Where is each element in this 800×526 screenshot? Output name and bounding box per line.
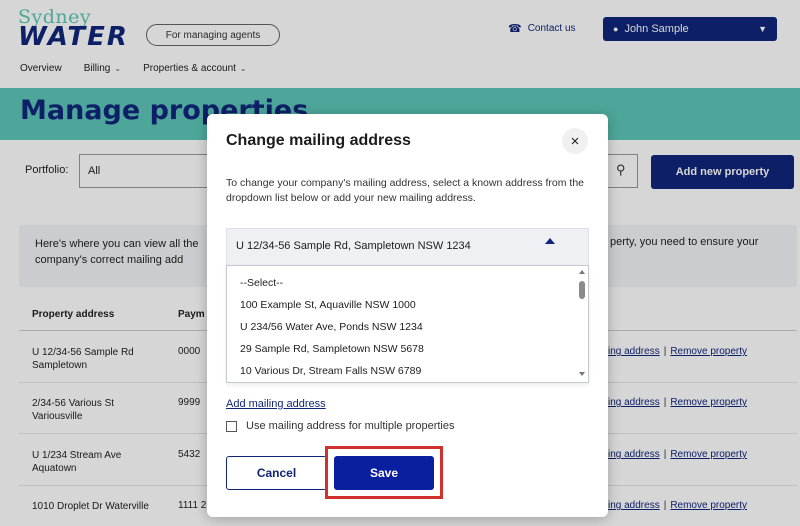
dropdown-option[interactable]: 29 Sample Rd, Sampletown NSW 5678 <box>240 343 424 355</box>
add-mailing-address-link[interactable]: Add mailing address <box>226 398 326 410</box>
scroll-down-arrow-icon[interactable] <box>579 372 585 376</box>
dropdown-option[interactable]: --Select-- <box>240 277 283 289</box>
save-button[interactable]: Save <box>334 456 434 490</box>
close-button[interactable]: × <box>562 128 588 154</box>
dropdown-option[interactable]: 100 Example St, Aquaville NSW 1000 <box>240 299 416 311</box>
address-dropdown-list: --Select-- 100 Example St, Aquaville NSW… <box>226 265 589 383</box>
dropdown-option[interactable]: 10 Various Dr, Stream Falls NSW 6789 <box>240 365 421 377</box>
cancel-button[interactable]: Cancel <box>226 456 327 490</box>
close-icon: × <box>570 132 580 150</box>
mailing-address-select[interactable]: U 12/34-56 Sample Rd, Sampletown NSW 123… <box>226 228 589 266</box>
dialog-description: To change your company's mailing address… <box>226 177 585 204</box>
caret-up-icon[interactable] <box>545 238 555 244</box>
scrollbar-thumb[interactable] <box>579 281 585 299</box>
scroll-up-arrow-icon[interactable] <box>579 270 585 274</box>
multiple-properties-checkbox[interactable] <box>226 421 237 432</box>
dropdown-option[interactable]: U 234/56 Water Ave, Ponds NSW 1234 <box>240 321 423 333</box>
multiple-properties-label[interactable]: Use mailing address for multiple propert… <box>246 420 454 432</box>
dialog-title: Change mailing address <box>226 132 411 149</box>
change-mailing-address-dialog: Change mailing address × To change your … <box>207 114 608 517</box>
